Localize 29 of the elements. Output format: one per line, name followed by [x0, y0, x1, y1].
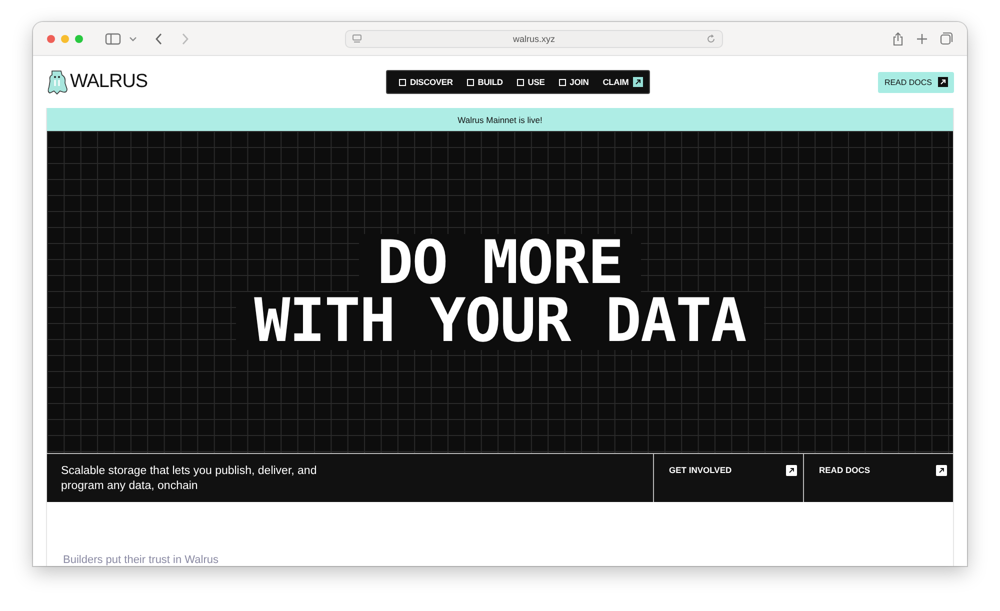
chevron-down-icon[interactable]: [129, 36, 137, 42]
external-link-icon: [632, 77, 643, 87]
plus-icon[interactable]: [916, 32, 928, 44]
announcement-banner[interactable]: Walrus Mainnet is live!: [47, 108, 953, 131]
back-icon[interactable]: [155, 32, 163, 44]
announcement-text: Walrus Mainnet is live!: [458, 114, 542, 124]
sidebar-icon[interactable]: [105, 32, 121, 44]
address-bar[interactable]: walrus.xyz: [345, 30, 723, 48]
strip-link[interactable]: READ DOCS: [803, 454, 953, 502]
nav-link[interactable]: DISCOVER: [399, 77, 453, 87]
read-docs-button[interactable]: READ DOCS: [878, 72, 954, 92]
zoom-button[interactable]: [75, 34, 83, 42]
external-link-icon: [938, 77, 948, 87]
close-button[interactable]: [47, 34, 55, 42]
tabs-icon[interactable]: [940, 32, 953, 45]
nav-link[interactable]: CLAIM: [602, 77, 643, 87]
section-heading: Builders put their trust in Walrus: [63, 554, 218, 566]
tagline: Scalable storage that lets you publish, deliver, and program any data, onchain: [60, 464, 318, 494]
external-link-icon: [936, 465, 947, 476]
strip-link[interactable]: GET INVOLVED: [653, 454, 803, 502]
external-link-icon: [786, 465, 797, 476]
nav-link[interactable]: JOIN: [558, 77, 589, 87]
logo-wordmark[interactable]: WALRUS: [70, 71, 148, 93]
page-icon: [352, 34, 362, 44]
nav-link[interactable]: BUILD: [466, 77, 503, 87]
forward-icon[interactable]: [181, 32, 189, 44]
share-icon[interactable]: [892, 32, 904, 46]
reload-icon[interactable]: [706, 34, 716, 44]
nav-link[interactable]: USE: [516, 77, 545, 87]
